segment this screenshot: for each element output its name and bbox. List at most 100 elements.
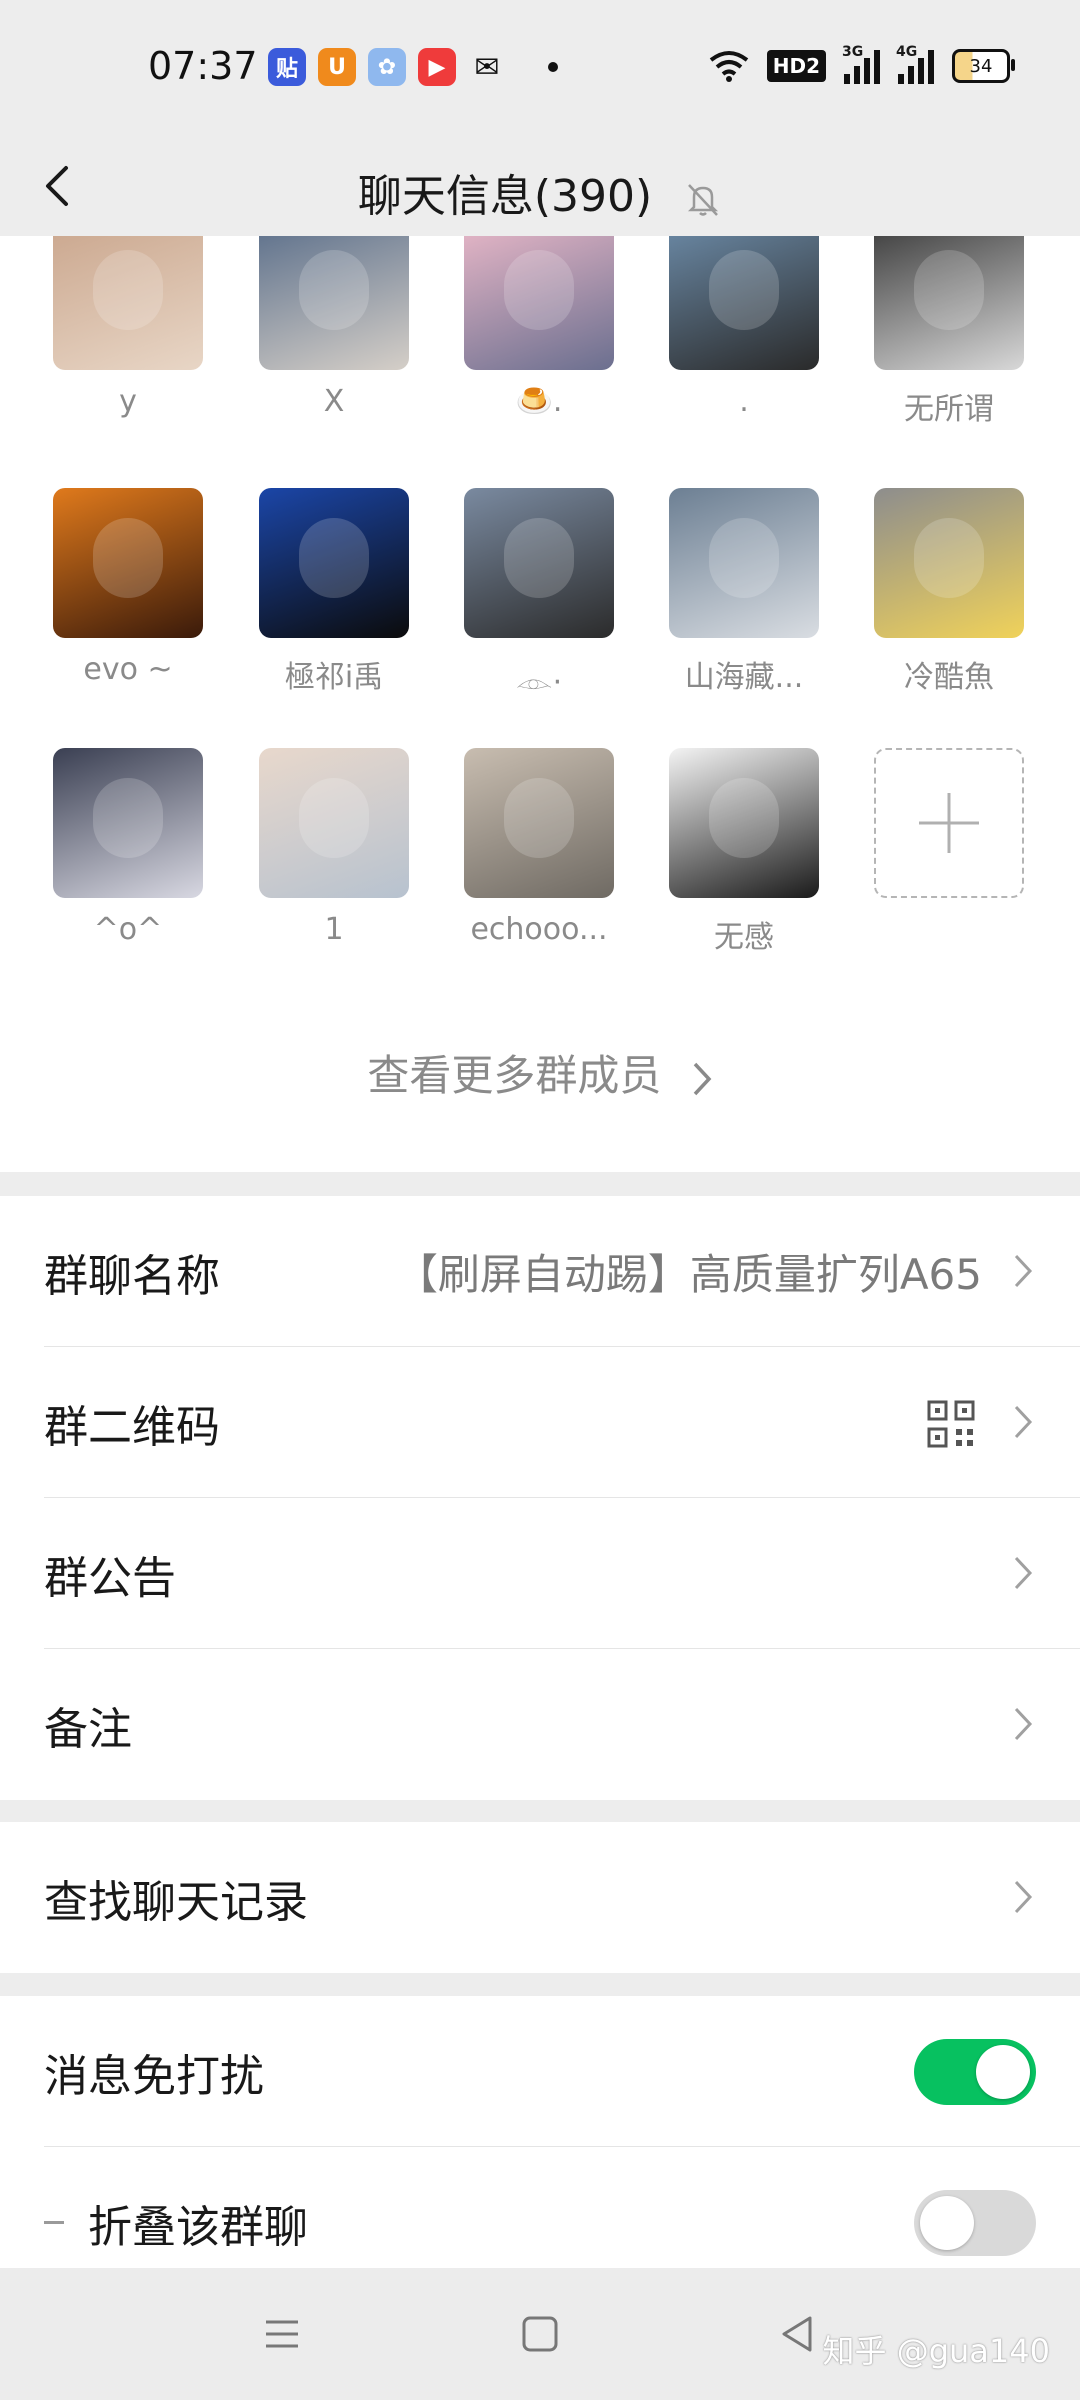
member-name: echooo... — [470, 912, 608, 947]
battery-icon: 34 — [952, 49, 1015, 83]
toggle-section: 消息免打扰 折叠该群聊 — [0, 1996, 1080, 2268]
watermark: 知乎 @gua140 — [822, 2332, 1050, 2370]
search-history-label: 查找聊天记录 — [44, 1876, 308, 1928]
member-name: 🍮. — [515, 384, 563, 419]
wifi-icon — [709, 51, 748, 82]
signal-3g-icon: 3G — [842, 44, 880, 84]
member-name: evo ~ — [83, 652, 173, 687]
nav-header: 聊天信息(390) — [0, 136, 1080, 236]
member-tile[interactable]: echooo... — [464, 748, 614, 947]
member-tile[interactable]: 🍮. — [464, 236, 614, 419]
plus-icon — [874, 748, 1024, 898]
menu-icon[interactable] — [258, 2310, 306, 2358]
tieba-icon: 贴 — [268, 48, 306, 86]
member-avatar — [464, 488, 614, 638]
member-avatar — [259, 748, 409, 898]
notification-icons: 贴 U ✿ ▶ ✉ — [268, 48, 506, 86]
member-name: X — [323, 384, 345, 419]
member-tile[interactable]: 无感 — [669, 748, 819, 956]
member-tile[interactable]: evo ~ — [53, 488, 203, 687]
member-name: ^o^ — [93, 912, 163, 947]
mute-label: 消息免打扰 — [44, 2050, 264, 2102]
chevron-right-icon — [693, 1062, 712, 1095]
mute-toggle[interactable] — [914, 2038, 1036, 2105]
member-avatar — [464, 236, 614, 370]
remark-label: 备注 — [44, 1703, 132, 1755]
member-tile[interactable]: 𓁹· — [464, 488, 614, 702]
member-avatar — [259, 488, 409, 638]
group-name-row[interactable]: 群聊名称 【刷屏自动踢】高质量扩列A65 — [0, 1196, 1080, 1347]
group-name-value: 【刷屏自动踢】高质量扩列A65 — [395, 1250, 982, 1299]
page-title: 聊天信息(390) — [357, 171, 653, 222]
video-app-icon: ▶ — [418, 48, 456, 86]
member-avatar — [874, 488, 1024, 638]
member-tile[interactable]: 山海藏... — [669, 488, 819, 696]
member-name: 1 — [324, 912, 344, 947]
member-name: y — [119, 384, 137, 419]
member-avatar — [259, 236, 409, 370]
remark-row[interactable]: 备注 — [0, 1649, 1080, 1800]
member-avatar — [874, 236, 1024, 370]
chevron-right-icon — [1014, 1556, 1033, 1590]
cloud-app-icon: ✿ — [368, 48, 406, 86]
search-section: 查找聊天记录 — [0, 1822, 1080, 1973]
back-triangle-icon[interactable] — [774, 2310, 822, 2358]
chevron-right-icon — [1014, 1880, 1033, 1914]
member-name: 无所谓 — [904, 392, 994, 427]
system-icons: HD2 3G 4G 34 — [709, 44, 1015, 84]
member-tile[interactable]: ^o^ — [53, 748, 203, 947]
group-qr-row[interactable]: 群二维码 — [0, 1347, 1080, 1498]
member-grid: y X 🍮.. 无所谓 evo ~ 極祁i禹 𓁹· 山海藏... 冷酷魚 ^o^ 1 echooo..… — [0, 236, 1080, 1172]
dash-icon — [44, 2221, 64, 2224]
add-member-button[interactable] — [874, 748, 1024, 898]
qr-code-icon — [927, 1400, 975, 1448]
member-tile[interactable]: 冷酷魚 — [874, 488, 1024, 696]
member-avatar — [53, 748, 203, 898]
member-avatar — [669, 748, 819, 898]
search-history-row[interactable]: 查找聊天记录 — [0, 1822, 1080, 1973]
group-name-label: 群聊名称 — [44, 1250, 220, 1302]
member-avatar — [669, 236, 819, 370]
member-name: 極祁i禹 — [284, 660, 384, 695]
wechat-icon: ✉ — [474, 49, 500, 85]
group-info-section: 群聊名称 【刷屏自动踢】高质量扩列A65 群二维码 群公告 备注 — [0, 1196, 1080, 1800]
hd-voice-icon: HD2 — [766, 50, 826, 82]
toggle-knob — [920, 2195, 974, 2250]
member-avatar — [53, 488, 203, 638]
fold-label: 折叠该群聊 — [88, 2201, 308, 2253]
page-title-wrap: 聊天信息(390) — [0, 160, 1080, 224]
member-tile[interactable]: 无所谓 — [874, 236, 1024, 428]
member-name: 无感 — [714, 920, 774, 955]
member-avatar — [53, 236, 203, 370]
member-tile[interactable]: 極祁i禹 — [259, 488, 409, 696]
muted-bell-icon — [688, 184, 719, 216]
member-tile[interactable]: X — [259, 236, 409, 419]
mute-row: 消息免打扰 — [0, 1996, 1080, 2147]
chevron-right-icon — [1014, 1707, 1033, 1741]
member-tile[interactable]: y — [53, 236, 203, 419]
home-icon[interactable] — [516, 2310, 564, 2358]
chevron-right-icon — [1014, 1405, 1033, 1439]
member-avatar — [669, 488, 819, 638]
member-name: 冷酷魚 — [904, 660, 994, 695]
fold-row: 折叠该群聊 — [0, 2147, 1080, 2268]
clock: 07:37 — [148, 44, 258, 88]
member-name: 𓁹· — [515, 665, 563, 700]
status-bar: 07:37 贴 U ✿ ▶ ✉ HD2 3G 4G 34 — [0, 0, 1080, 136]
group-notice-row[interactable]: 群公告 — [0, 1498, 1080, 1649]
view-more-members-link[interactable]: 查看更多群成员 — [0, 1042, 1080, 1103]
member-tile[interactable]: 1 — [259, 748, 409, 947]
member-tile[interactable]: . — [669, 236, 819, 419]
view-more-members-label: 查看更多群成员 — [367, 1051, 662, 1100]
member-name: . — [739, 384, 749, 419]
toggle-knob — [976, 2044, 1030, 2099]
member-avatar — [464, 748, 614, 898]
member-name: 山海藏... — [684, 660, 804, 695]
group-qr-label: 群二维码 — [44, 1401, 220, 1453]
chevron-right-icon — [1014, 1254, 1033, 1288]
more-notifications-dot — [548, 62, 558, 72]
signal-4g-icon: 4G — [896, 44, 934, 84]
fold-toggle[interactable] — [914, 2189, 1036, 2256]
group-notice-label: 群公告 — [44, 1552, 176, 1604]
uc-browser-icon: U — [318, 48, 356, 86]
